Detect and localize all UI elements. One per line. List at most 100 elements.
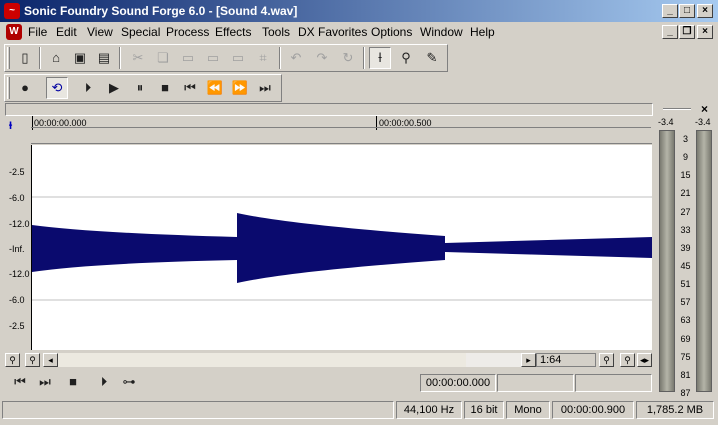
- data-window-transport: ⏮ ⏭ ■ ⏵ ⊶ 00:00:00.000: [3, 370, 654, 396]
- new-file-icon[interactable]: ▯: [14, 47, 36, 69]
- zoom-vertical-out-icon[interactable]: ⚲: [599, 353, 614, 367]
- transport-toolbar: ● ⟲ ⏵ ▶ ⏸ ■ ⏮ ⏪ ⏩ ⏭: [4, 74, 282, 102]
- scroll-left-icon[interactable]: ◂: [43, 353, 58, 367]
- stop-icon[interactable]: ■: [154, 77, 176, 99]
- status-length[interactable]: 00:00:00.900: [552, 401, 634, 419]
- mix-icon[interactable]: ▭: [202, 47, 224, 69]
- overview-bar[interactable]: [5, 103, 653, 116]
- selection-length-field[interactable]: [575, 374, 652, 392]
- db-label: -12.0: [9, 269, 30, 279]
- loop-playback-icon[interactable]: ⟲: [46, 77, 68, 99]
- go-to-start-icon[interactable]: ⏮: [9, 371, 31, 393]
- rewind-icon[interactable]: ⏪: [204, 77, 226, 99]
- waveform-svg: [32, 196, 652, 301]
- zoom-vertical-in-icon[interactable]: ⚲: [620, 353, 635, 367]
- position-field[interactable]: 00:00:00.000: [420, 374, 496, 392]
- cut-icon[interactable]: ✂: [127, 47, 149, 69]
- meter-tick-label: 45: [680, 261, 691, 271]
- paste-special-icon[interactable]: ▭: [227, 47, 249, 69]
- status-channels[interactable]: Mono: [506, 401, 550, 419]
- record-icon[interactable]: ●: [14, 77, 36, 99]
- menu-effects[interactable]: Effects: [215, 25, 251, 39]
- menu-view[interactable]: View: [87, 25, 113, 39]
- meter-tick-label: 15: [680, 170, 691, 181]
- crop-icon[interactable]: ⌗: [252, 47, 274, 69]
- stop-icon[interactable]: ■: [62, 371, 84, 393]
- db-label: -6.0: [9, 193, 25, 203]
- status-bit-depth[interactable]: 16 bit: [464, 401, 504, 419]
- scroll-track[interactable]: [58, 353, 466, 367]
- meter-tick-label: 57: [680, 297, 691, 308]
- ruler-line: [31, 127, 651, 129]
- save-icon[interactable]: ▣: [69, 47, 91, 69]
- toolbar-grip[interactable]: [7, 77, 10, 99]
- ruler-marker-icon[interactable]: Ɨ: [9, 120, 25, 136]
- menu-window[interactable]: Window: [420, 25, 463, 39]
- close-button[interactable]: ×: [697, 4, 713, 18]
- forward-icon[interactable]: ⏩: [229, 77, 251, 99]
- open-folder-icon[interactable]: ⌂: [45, 47, 67, 69]
- meter-tick-label: 81: [680, 369, 691, 380]
- save-as-icon[interactable]: ▤: [93, 47, 115, 69]
- repeat-icon[interactable]: ↻: [337, 47, 359, 69]
- go-to-end-icon[interactable]: ⏭: [254, 77, 276, 99]
- menu-tools[interactable]: Tools: [262, 25, 290, 39]
- app-icon[interactable]: ~: [4, 3, 20, 19]
- menu-file[interactable]: File: [28, 25, 47, 39]
- doc-minimize-button[interactable]: _: [662, 25, 678, 39]
- minimize-button[interactable]: _: [662, 4, 678, 18]
- menu-bar: W File Edit View Special Process Effects…: [0, 22, 718, 42]
- meter-scale: 3 9 15 21 27 33 39 45 51 57 63 69 75 81 87: [675, 130, 696, 398]
- pencil-tool-icon[interactable]: ✎: [421, 47, 443, 69]
- zoom-out-icon[interactable]: ⚲: [5, 353, 20, 367]
- menu-options[interactable]: Options: [371, 25, 412, 39]
- selection-start-field[interactable]: [497, 374, 574, 392]
- document-icon[interactable]: W: [6, 24, 22, 40]
- meter-tick-label: 21: [680, 188, 691, 199]
- zoom-in-icon[interactable]: ⚲: [25, 353, 40, 367]
- pause-icon[interactable]: ⏸: [129, 77, 151, 99]
- meter-tick-label: 51: [680, 279, 691, 290]
- menu-help[interactable]: Help: [470, 25, 495, 39]
- menu-edit[interactable]: Edit: [56, 25, 77, 39]
- zoom-fit-icon[interactable]: ◂▸: [637, 353, 652, 367]
- menu-special[interactable]: Special: [121, 25, 160, 39]
- maximize-button[interactable]: □: [679, 4, 695, 18]
- play-plugin-icon[interactable]: ⊶: [118, 371, 140, 393]
- play-normal-icon[interactable]: ⏵: [93, 371, 115, 393]
- play-meter: × -3.4 -3.4 3 9 15 21 27 33 39 45 51 57 63 69 75 81 87: [655, 102, 717, 398]
- meter-tick-label: 87: [680, 388, 691, 398]
- play-all-icon[interactable]: ⏵: [77, 77, 99, 99]
- paste-icon[interactable]: ▭: [177, 47, 199, 69]
- edit-tool-icon[interactable]: Ɨ: [369, 47, 391, 69]
- undo-icon[interactable]: ↶: [285, 47, 307, 69]
- copy-icon[interactable]: ❏: [152, 47, 174, 69]
- status-sample-rate[interactable]: 44,100 Hz: [396, 401, 462, 419]
- window-title: Sonic Foundry Sound Forge 6.0 - [Sound 4…: [24, 4, 298, 18]
- menu-dx-favorites[interactable]: DX Favorites: [298, 25, 367, 39]
- toolbar-grip[interactable]: [7, 47, 10, 69]
- peak-right[interactable]: -3.4: [695, 117, 711, 127]
- waveform-display[interactable]: [31, 145, 652, 350]
- peak-left[interactable]: -3.4: [658, 117, 674, 127]
- redo-icon[interactable]: ↷: [311, 47, 333, 69]
- zoom-ratio[interactable]: 1:64: [536, 353, 596, 367]
- separator: [39, 47, 41, 69]
- doc-close-button[interactable]: ×: [697, 25, 713, 39]
- meter-close-icon[interactable]: ×: [701, 102, 708, 116]
- scroll-thumb[interactable]: [466, 353, 521, 367]
- scroll-right-icon[interactable]: ▸: [521, 353, 536, 367]
- play-icon[interactable]: ▶: [103, 77, 125, 99]
- meter-tick-label: 33: [680, 224, 691, 235]
- time-ruler[interactable]: Ɨ 00:00:00.000 00:00:00.500: [3, 116, 654, 145]
- magnify-tool-icon[interactable]: ⚲: [395, 47, 417, 69]
- menu-process[interactable]: Process: [166, 25, 209, 39]
- meter-grip[interactable]: [663, 108, 691, 110]
- go-to-start-icon[interactable]: ⏮: [179, 77, 201, 99]
- status-bar: 44,100 Hz 16 bit Mono 00:00:00.900 1,785…: [0, 398, 718, 425]
- go-to-end-icon[interactable]: ⏭: [34, 371, 56, 393]
- db-label: -12.0: [9, 219, 30, 229]
- meter-tick-label: 3: [682, 134, 688, 144]
- status-disk-space[interactable]: 1,785.2 MB: [636, 401, 714, 419]
- doc-restore-button[interactable]: ❐: [679, 25, 695, 39]
